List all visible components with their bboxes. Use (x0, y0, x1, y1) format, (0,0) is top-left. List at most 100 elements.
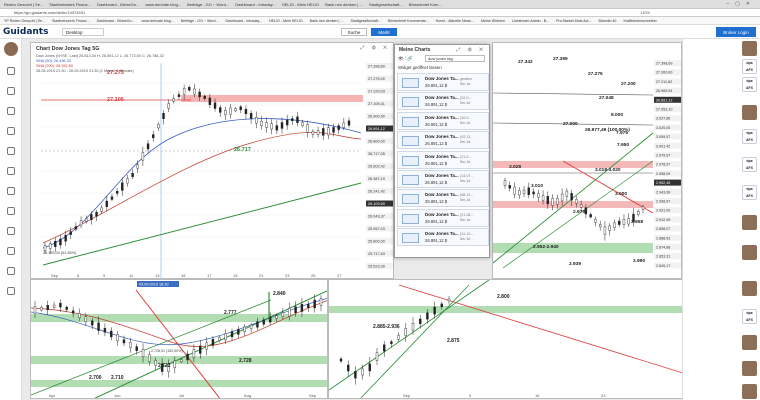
calendar-icon[interactable] (7, 247, 15, 255)
browser-tab[interactable]: www.derivate.blog... (145, 2, 181, 7)
dpa-afx-logo[interactable]: dpa AFX (742, 309, 757, 324)
chart-list: Dow Jones Ta... 26.891,12 $ gestern 5m,1d Do… (397, 73, 489, 248)
bookmark[interactable]: Meine Widmen (481, 19, 505, 23)
market-button[interactable]: Markt (371, 28, 397, 36)
list-icon[interactable] (7, 187, 15, 195)
lowmid-candle-body (354, 370, 357, 379)
chart-list-item[interactable]: Dow Jones Ta... 26.891,12 $ (02.11... 5m,1d (397, 131, 489, 150)
chart-window-lower[interactable]: 09.09.2019 18:30 2.777 2.728 2.722 2.700 2.71… (30, 279, 328, 399)
browser-tab[interactable]: Stadtgesellschaft... (369, 2, 403, 7)
broker-login-button[interactable]: Broker Login (716, 27, 756, 37)
bookmark[interactable]: Home - Aktuelle News... (436, 19, 474, 23)
chart-list-item[interactable]: Dow Jones Ta... 26.891,12 $ (10.0... 5m,1d (397, 111, 489, 130)
chat-icon[interactable] (7, 207, 15, 215)
my-charts-widget[interactable]: Meine Charts ⤢ ⚙ ✕ 👁 ⫶ 🔗 Widget geöffnet… (394, 44, 490, 258)
chart-list-item[interactable]: Dow Jones Ta... 26.891,12 $ gestern 5m,1d (397, 73, 489, 91)
window-controls[interactable]: –▢✕ (726, 1, 756, 7)
right-chart-plot[interactable]: 27.399 27.342 27.275 27.200 27.048 27.000 26.9… (493, 43, 682, 279)
chart-list-item[interactable]: Dow Jones Ta... 26.891,12 $ (22.0... 5m,1d (397, 92, 489, 111)
avatar[interactable] (742, 41, 757, 56)
avatar[interactable] (742, 215, 757, 230)
price-tag: 2.958,09 (656, 172, 670, 176)
bookmark[interactable]: Bank neu denken | ... (310, 19, 344, 23)
avatar[interactable] (742, 335, 757, 350)
main-candle-body (203, 95, 206, 99)
bookmark[interactable]: Dashboard - BörseGo... (97, 19, 135, 23)
avatar[interactable] (742, 245, 757, 260)
chart-filter-input[interactable] (425, 55, 485, 62)
avatar[interactable] (4, 42, 18, 56)
lower-candle-body (65, 306, 68, 310)
browser-tab[interactable]: Beiträge - GO ~ Word... (187, 2, 229, 7)
keep-widget-open-toggle[interactable]: Widget geöffnet lassen (398, 65, 442, 70)
chart-list-item[interactable]: Dow Jones Ta... 26.891,12 $ (08.12... 5m,1d (397, 189, 489, 208)
browser-tab[interactable]: Dashboard - Intraday... (235, 2, 276, 7)
bookmark[interactable]: Kraftbörsenschreiber (623, 19, 656, 23)
price-tag: 2.931,00 (656, 209, 670, 213)
lower-mid-chart-plot[interactable]: 2.8002.885-2.9362.875Sep 9 16 23 (329, 280, 683, 399)
main-candle-body (265, 122, 268, 128)
bookmark[interactable]: Pro Market Most Act... (556, 19, 591, 23)
browser-tab[interactable]: Börsenbrief Kom... (409, 2, 442, 7)
main-chart-plot[interactable]: 27.10527.27526.71726.183,00 (61,80%)27.3… (31, 43, 394, 279)
browser-tab[interactable]: Dashboard - BörseGo... (97, 2, 139, 7)
chart-window-lower-mid[interactable]: 2.800 2.885-2.936 2.875 Sep 9 16 23 (328, 279, 704, 399)
star-icon[interactable] (7, 227, 15, 235)
avatar[interactable] (742, 105, 757, 120)
chart-window-main[interactable]: 27.105 27.275 26.717 26.183,00 (61,80%) 27.3… (30, 42, 394, 279)
avatar[interactable] (742, 361, 757, 376)
widget-window-controls[interactable]: ⤢ ⚙ ✕ (456, 47, 486, 53)
lower-chart-plot[interactable]: 09.09.2019 18:30 2.777 2.728 2.722 2.700 2.71… (31, 280, 328, 399)
browser-tab[interactable]: HELIO - Mein HELIO (282, 2, 319, 7)
url-text[interactable]: https://go.guidants.com/de/#c/14374531 (14, 10, 85, 15)
people-icon[interactable] (7, 267, 15, 275)
chart-name: Dow Jones Ta... (425, 153, 459, 159)
chart-window-controls[interactable]: ⤢ ⚙ ✕ (360, 45, 390, 51)
address-bar[interactable]: https://go.guidants.com/de/#c/14374531 1… (0, 9, 760, 17)
chart-list-item[interactable]: Dow Jones Ta... 26.891,12 $ (31.10... 5m,1d (397, 228, 489, 247)
dpa-afx-logo[interactable]: dpa AFX (742, 59, 757, 74)
browser-tab[interactable]: Reden Gesucht | Se... (4, 2, 43, 7)
desktop-selector[interactable]: Desktop (62, 28, 104, 36)
browser-tab[interactable]: Stadtnetzwerk Finanz... (49, 2, 91, 7)
search-icon[interactable] (7, 87, 15, 95)
chart-list-item[interactable]: Dow Jones Ta... 26.891,12 $ (21.0... 5m,1d (397, 150, 489, 169)
support-zone (31, 380, 327, 387)
x-tick-label: Jun (114, 393, 120, 398)
avatar[interactable] (742, 384, 757, 399)
gear-icon[interactable] (7, 287, 15, 295)
search-button[interactable]: Suche (341, 28, 367, 36)
avatar[interactable] (742, 281, 757, 296)
bookmark[interactable]: YP Reden Gesucht | Se... (4, 19, 45, 23)
bookmark[interactable]: www.derivate.blog... (142, 19, 174, 23)
bookmark[interactable]: Stadtnetzwerk Finanz... (52, 19, 90, 23)
bookmark[interactable]: Livestream Admin - B... (512, 19, 549, 23)
guidants-logo[interactable]: Guidants (3, 27, 48, 37)
lowmid-candle-body (347, 364, 350, 372)
browser-tab[interactable]: Bank neu denken | ... (325, 2, 363, 7)
eye-icon[interactable] (7, 127, 15, 135)
dpa-afx-logo[interactable]: dpa AFX (742, 157, 757, 172)
price-tag: 27.953,10 (656, 108, 672, 112)
bookmark[interactable]: HELIO - Mein HELIO (269, 19, 303, 23)
bookmark[interactable]: Börsenbrief Kommentar... (388, 19, 429, 23)
chart-list-item[interactable]: Dow Jones Ta... 26.891,12 $ (14.07... 5m,1d (397, 169, 489, 188)
trend-icon[interactable] (7, 167, 15, 175)
dpa-afx-logo[interactable]: dpa AFX (742, 77, 757, 92)
bookmark[interactable]: Börsello 40 (598, 19, 616, 23)
bell-icon[interactable] (7, 107, 15, 115)
dpa-afx-logo[interactable]: dpa AFX (742, 129, 757, 144)
monitor-icon[interactable] (7, 67, 15, 75)
chart-window-right[interactable]: 27.399 27.342 27.275 27.200 27.048 27.000 26.9… (492, 42, 682, 279)
dpa-afx-logo[interactable]: dpa AFX (742, 185, 757, 200)
bookmark[interactable]: Beiträge - GO ~ Word... (181, 19, 219, 23)
widget-tools[interactable]: 👁 ⫶ 🔗 (398, 56, 413, 62)
briefcase-icon[interactable] (7, 147, 15, 155)
bookmark[interactable]: Stadtgesellschaft... (350, 19, 380, 23)
annotation-label: 2.710 (111, 375, 124, 381)
chart-list-item[interactable]: Dow Jones Ta... 26.891,12 $ (21.08... 5m,1d (397, 208, 489, 227)
bookmark[interactable]: Dashboard - Intraday... (226, 19, 263, 23)
right-candle-body (508, 185, 511, 189)
annotation-label: 2.800 (497, 294, 510, 300)
main-candle-body (280, 122, 284, 129)
